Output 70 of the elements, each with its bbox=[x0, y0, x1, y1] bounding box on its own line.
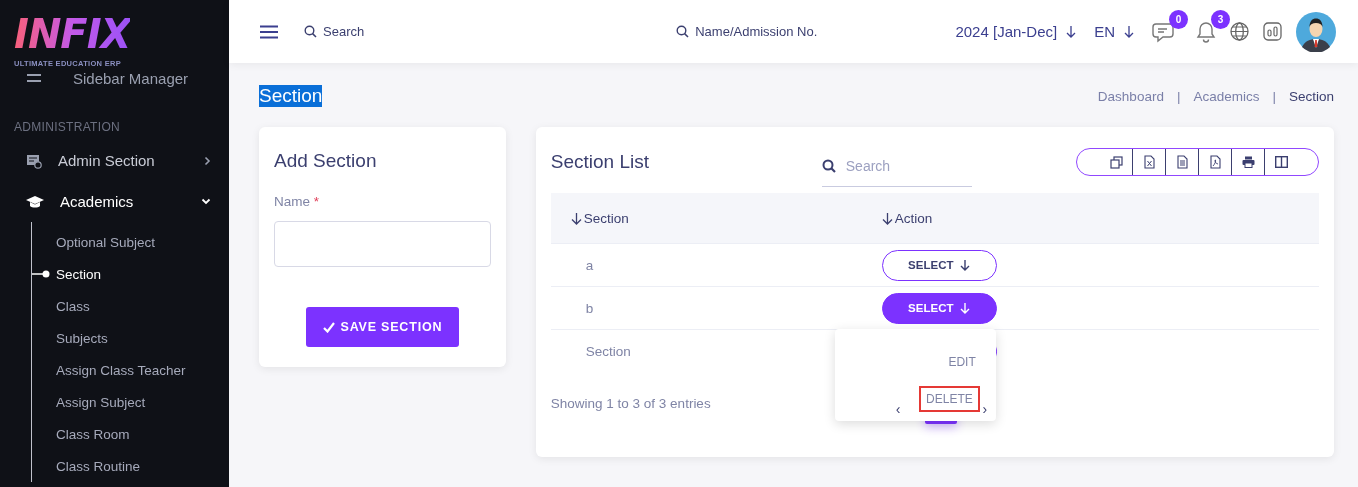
next-page-link[interactable]: › bbox=[982, 401, 988, 417]
sidebar-item[interactable]: Sidebar Manager bbox=[73, 69, 189, 87]
menu-icon bbox=[27, 73, 41, 83]
chart-icon[interactable] bbox=[1263, 22, 1282, 41]
search-icon bbox=[676, 25, 690, 38]
page-title: Section bbox=[259, 85, 323, 107]
arrow-down-icon bbox=[1124, 25, 1134, 38]
globe-icon[interactable] bbox=[1230, 22, 1249, 41]
search-icon bbox=[304, 25, 317, 38]
avatar[interactable] bbox=[1296, 11, 1336, 52]
sort-arrow-icon bbox=[570, 211, 582, 225]
copy-icon bbox=[1109, 155, 1123, 169]
sort-arrow-icon bbox=[881, 211, 893, 225]
document-icon bbox=[1209, 155, 1221, 169]
breadcrumb-link[interactable]: Section bbox=[1288, 88, 1334, 104]
student-search-field[interactable]: Name/Admission No. bbox=[676, 24, 818, 39]
table-cell: a bbox=[585, 257, 594, 273]
search-field[interactable]: Search bbox=[304, 24, 365, 39]
sidebar-subitem[interactable]: Class Room bbox=[56, 426, 130, 442]
name-input[interactable] bbox=[274, 221, 491, 267]
search-icon bbox=[821, 158, 836, 173]
language-dropdown[interactable]: EN bbox=[1094, 23, 1134, 40]
admin-icon bbox=[26, 152, 42, 169]
arrow-down-icon bbox=[1066, 25, 1077, 38]
breadcrumb-separator: | bbox=[1272, 88, 1276, 104]
breadcrumb-separator: | bbox=[1176, 88, 1181, 104]
breadcrumb-link[interactable]: Dashboard bbox=[1097, 88, 1164, 104]
select-dropdown-button[interactable]: SELECT bbox=[881, 292, 997, 324]
bell-icon[interactable] bbox=[1196, 20, 1216, 43]
sidebar-subitem[interactable]: Subjects bbox=[56, 330, 108, 346]
session-dropdown[interactable]: 2024 [Jan-Dec] bbox=[955, 23, 1077, 40]
card-title: Add Section bbox=[274, 149, 378, 172]
document-icon bbox=[1143, 155, 1155, 169]
sidebar-item[interactable]: Admin Section bbox=[0, 140, 229, 181]
entries-summary: Showing 1 to 3 of 3 entries bbox=[550, 395, 712, 411]
card-title: Section List bbox=[550, 151, 650, 173]
chevron-right-icon bbox=[204, 155, 211, 166]
graduation-cap-icon bbox=[26, 194, 44, 209]
sidebar-subitem[interactable]: Assign Class Teacher bbox=[56, 362, 186, 378]
count-badge: 3 bbox=[1211, 9, 1230, 29]
printer-icon bbox=[1241, 156, 1255, 168]
count-badge: 0 bbox=[1169, 9, 1188, 29]
column-header[interactable]: Section bbox=[550, 210, 882, 226]
sidebar-item[interactable]: Academics bbox=[0, 181, 229, 222]
document-icon bbox=[1176, 155, 1188, 169]
sidebar-subitem[interactable]: Class Routine bbox=[56, 458, 141, 474]
menu-icon[interactable] bbox=[260, 24, 278, 39]
search-field[interactable]: Search bbox=[821, 145, 972, 187]
menu-item[interactable]: DELETE bbox=[919, 385, 980, 412]
columns-icon bbox=[1275, 156, 1288, 168]
menu-item[interactable]: EDIT bbox=[940, 350, 984, 373]
arrow-down-icon bbox=[960, 259, 971, 271]
active-indicator-icon bbox=[32, 270, 50, 278]
save-button[interactable]: SAVE SECTION bbox=[305, 307, 459, 347]
chevron-down-icon bbox=[201, 198, 211, 205]
table-cell: b bbox=[585, 300, 594, 316]
select-dropdown-button[interactable]: SELECT bbox=[881, 249, 997, 281]
arrow-down-icon bbox=[960, 302, 971, 314]
breadcrumb-link[interactable]: Academics bbox=[1193, 88, 1260, 104]
check-icon bbox=[322, 321, 335, 333]
column-header[interactable]: Action bbox=[881, 210, 933, 226]
chat-icon[interactable] bbox=[1152, 20, 1174, 43]
field-label: Name * bbox=[274, 194, 321, 209]
section-label: ADMINISTRATION bbox=[13, 119, 121, 136]
sidebar-subitem[interactable]: Assign Subject bbox=[56, 394, 146, 410]
sidebar-subitem[interactable]: Optional Subject bbox=[56, 234, 156, 250]
sidebar-subitem[interactable]: Class bbox=[56, 298, 90, 314]
previous-page-link[interactable]: ‹ bbox=[895, 401, 901, 417]
sidebar-subitem[interactable]: Section bbox=[56, 266, 102, 282]
table-cell: Section bbox=[585, 343, 631, 359]
